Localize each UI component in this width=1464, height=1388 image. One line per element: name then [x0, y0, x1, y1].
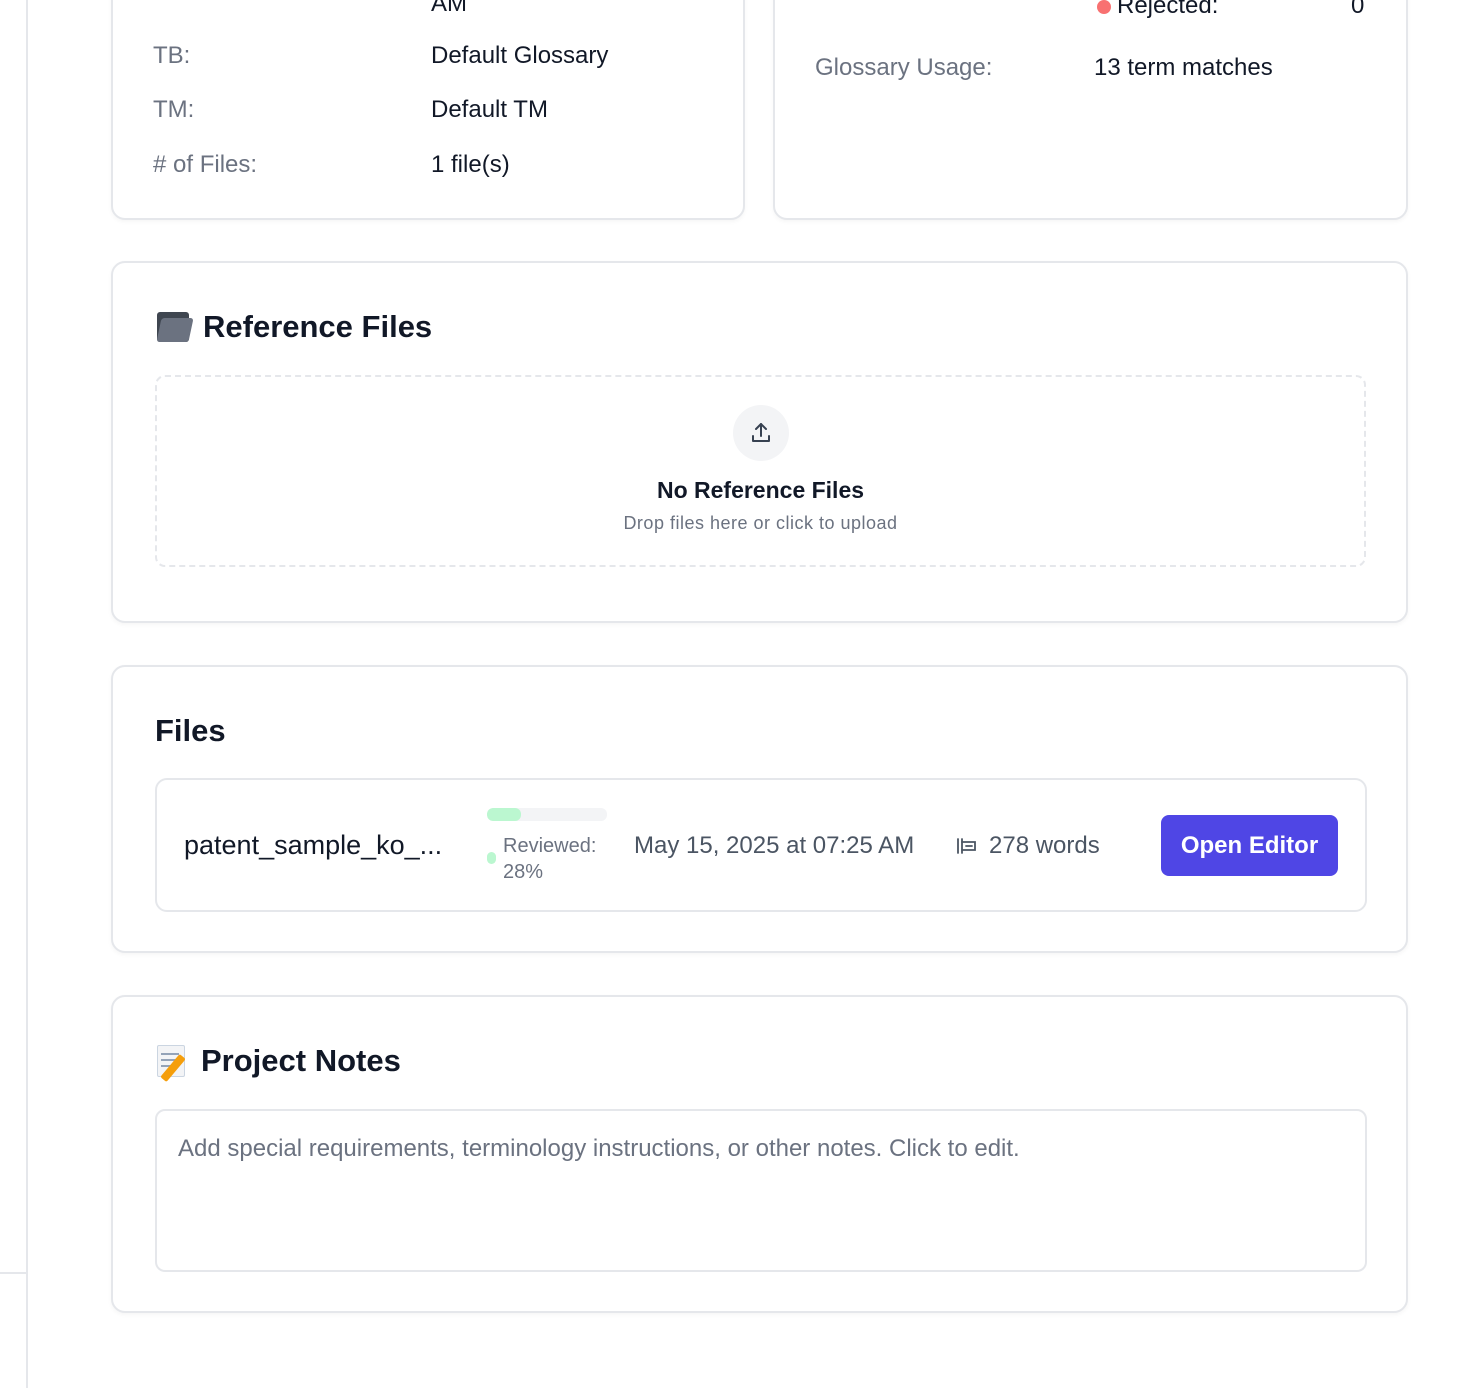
rejected-value: 0: [1351, 0, 1365, 19]
info-label: TB:: [153, 42, 191, 69]
upload-icon: [733, 405, 789, 461]
project-stats-card: Rejected: 0 Glossary Usage: 13 term matc…: [773, 0, 1408, 220]
created-date-tail: AM: [431, 0, 467, 17]
word-count-icon: [957, 838, 976, 854]
review-progress-fill: [487, 808, 521, 821]
reviewed-label: Reviewed:: [503, 835, 597, 857]
file-row: patent_sample_ko_... Reviewed: 28% May 1…: [155, 778, 1367, 912]
file-date: May 15, 2025 at 07:25 AM: [634, 832, 915, 859]
reference-files-header: Reference Files: [155, 309, 432, 345]
memo-icon: [155, 1043, 191, 1083]
files-title: Files: [155, 713, 226, 748]
info-label: TM:: [153, 96, 195, 123]
sidebar-edge: [0, 0, 28, 1388]
folder-icon: [155, 310, 194, 344]
info-value: Default Glossary: [431, 42, 609, 69]
review-status: Reviewed: 28%: [503, 833, 596, 885]
project-notes-card: Project Notes Add special requirements, …: [111, 995, 1408, 1313]
notes-placeholder: Add special requirements, terminology in…: [178, 1135, 1020, 1162]
reference-files-title: Reference Files: [203, 309, 433, 344]
reviewed-percent: 28%: [503, 861, 544, 883]
no-reference-files-title: No Reference Files: [656, 477, 865, 503]
review-status-dot: [487, 852, 496, 864]
info-value: 1 file(s): [431, 151, 510, 178]
reference-files-card: Reference Files No Reference Files Drop …: [111, 261, 1408, 623]
project-notes-title: Project Notes: [201, 1043, 401, 1078]
open-editor-button[interactable]: Open Editor: [1161, 815, 1338, 876]
reference-files-dropzone[interactable]: No Reference Files Drop files here or cl…: [155, 375, 1366, 567]
info-value: Default TM: [431, 96, 548, 123]
info-label: # of Files:: [153, 151, 258, 178]
review-progress-bar: [487, 808, 607, 821]
rejected-label: Rejected:: [1117, 0, 1219, 19]
project-notes-header: Project Notes: [155, 1043, 401, 1083]
rejected-status-dot: [1097, 0, 1111, 14]
dropzone-hint: Drop files here or click to upload: [623, 513, 898, 533]
glossary-usage-value: 13 term matches: [1094, 54, 1273, 81]
file-name: patent_sample_ko_...: [184, 830, 443, 860]
project-info-card: AM TB: Default Glossary TM: Default TM #…: [111, 0, 745, 220]
project-notes-editor[interactable]: Add special requirements, terminology in…: [155, 1109, 1367, 1272]
glossary-usage-label: Glossary Usage:: [815, 54, 993, 81]
word-count: 278 words: [989, 832, 1100, 859]
files-card: Files patent_sample_ko_... Reviewed: 28%…: [111, 665, 1408, 953]
